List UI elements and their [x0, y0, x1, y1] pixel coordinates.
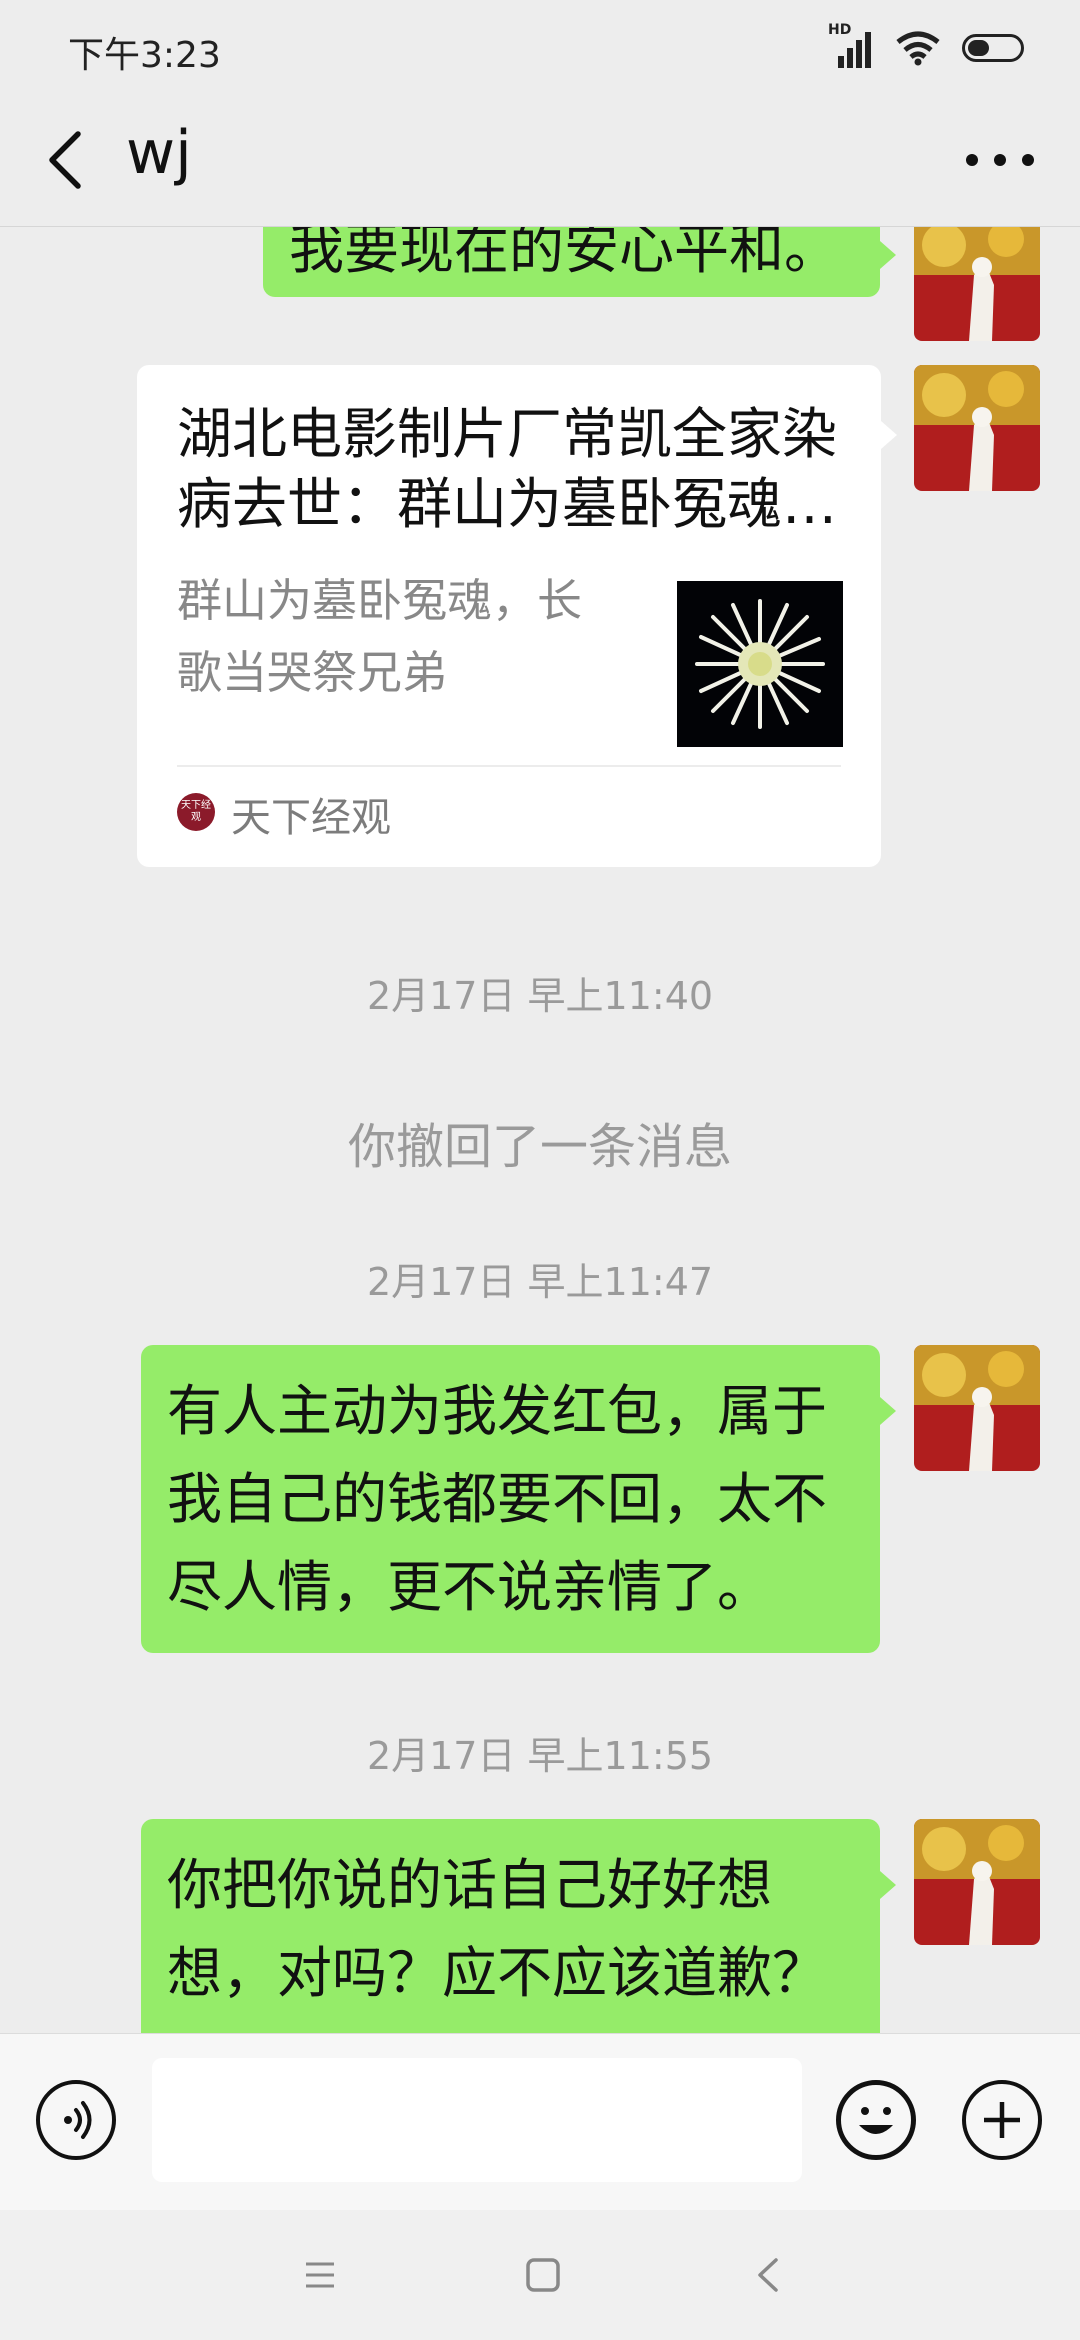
- home-square-icon[interactable]: [502, 2242, 582, 2308]
- message-timestamp: 2月17日 早上11:55: [366, 1734, 714, 1778]
- user-avatar[interactable]: [914, 227, 1040, 341]
- bubble-tail: [880, 1397, 896, 1425]
- recall-notice: 你撤回了一条消息: [347, 1119, 732, 1175]
- network-hd-label: HD: [828, 22, 852, 38]
- message-timestamp: 2月17日 早上11:47: [366, 1260, 714, 1304]
- message-bubble[interactable]: 你把你说的话自己好好想想，对吗？应不应该道歉？: [141, 1819, 880, 2033]
- article-title: 湖北电影制片厂常凯全家染病去世：群山为墓卧冤魂，长歌当哭祭兄弟: [177, 402, 838, 536]
- back-chevron-icon[interactable]: [38, 120, 108, 200]
- input-bar: [0, 2033, 1080, 2211]
- cellular-signal-icon: HD: [828, 22, 874, 68]
- system-nav-bar: [0, 2210, 1080, 2340]
- message-input[interactable]: [152, 2058, 802, 2182]
- user-avatar[interactable]: [914, 365, 1040, 491]
- wifi-icon: [896, 31, 940, 66]
- status-icons: HD: [828, 22, 1024, 70]
- emoji-icon[interactable]: [836, 2080, 916, 2160]
- message-bubble[interactable]: 我要现在的安心平和。: [263, 227, 880, 297]
- status-time: 下午3:23: [68, 35, 221, 76]
- article-description: 群山为墓卧冤魂，长歌当哭祭兄弟: [177, 574, 583, 699]
- user-avatar[interactable]: [914, 1345, 1040, 1471]
- status-bar: 下午3:23 HD: [0, 0, 1080, 96]
- plus-icon[interactable]: [962, 2080, 1042, 2160]
- message-timestamp: 2月17日 早上11:40: [366, 974, 714, 1018]
- article-thumbnail: [677, 581, 843, 747]
- message-bubble[interactable]: 有人主动为我发红包，属于我自己的钱都要不回，太不尽人情，更不说亲情了。: [141, 1345, 880, 1653]
- card-tail: [881, 421, 897, 449]
- chat-header: wj: [0, 96, 1080, 227]
- menu-icon[interactable]: [280, 2242, 360, 2308]
- user-avatar[interactable]: [914, 1819, 1040, 1945]
- source-logo: 天下经观: [177, 793, 215, 831]
- battery-icon: [962, 34, 1024, 62]
- more-dots-icon[interactable]: [950, 120, 1050, 200]
- back-triangle-icon[interactable]: [730, 2242, 810, 2308]
- message-list[interactable]: 我要现在的安心平和。 湖北电影制片厂常凯全家染病去世：群山为墓卧冤魂，长歌当哭祭…: [0, 227, 1080, 2033]
- source-name: 天下经观: [231, 795, 391, 841]
- card-divider: [177, 765, 841, 767]
- chat-title: wj: [126, 118, 192, 188]
- voice-icon[interactable]: [36, 2080, 116, 2160]
- article-card[interactable]: 湖北电影制片厂常凯全家染病去世：群山为墓卧冤魂，长歌当哭祭兄弟 群山为墓卧冤魂，…: [137, 365, 881, 867]
- bubble-tail: [880, 241, 896, 269]
- bubble-tail: [880, 1871, 896, 1899]
